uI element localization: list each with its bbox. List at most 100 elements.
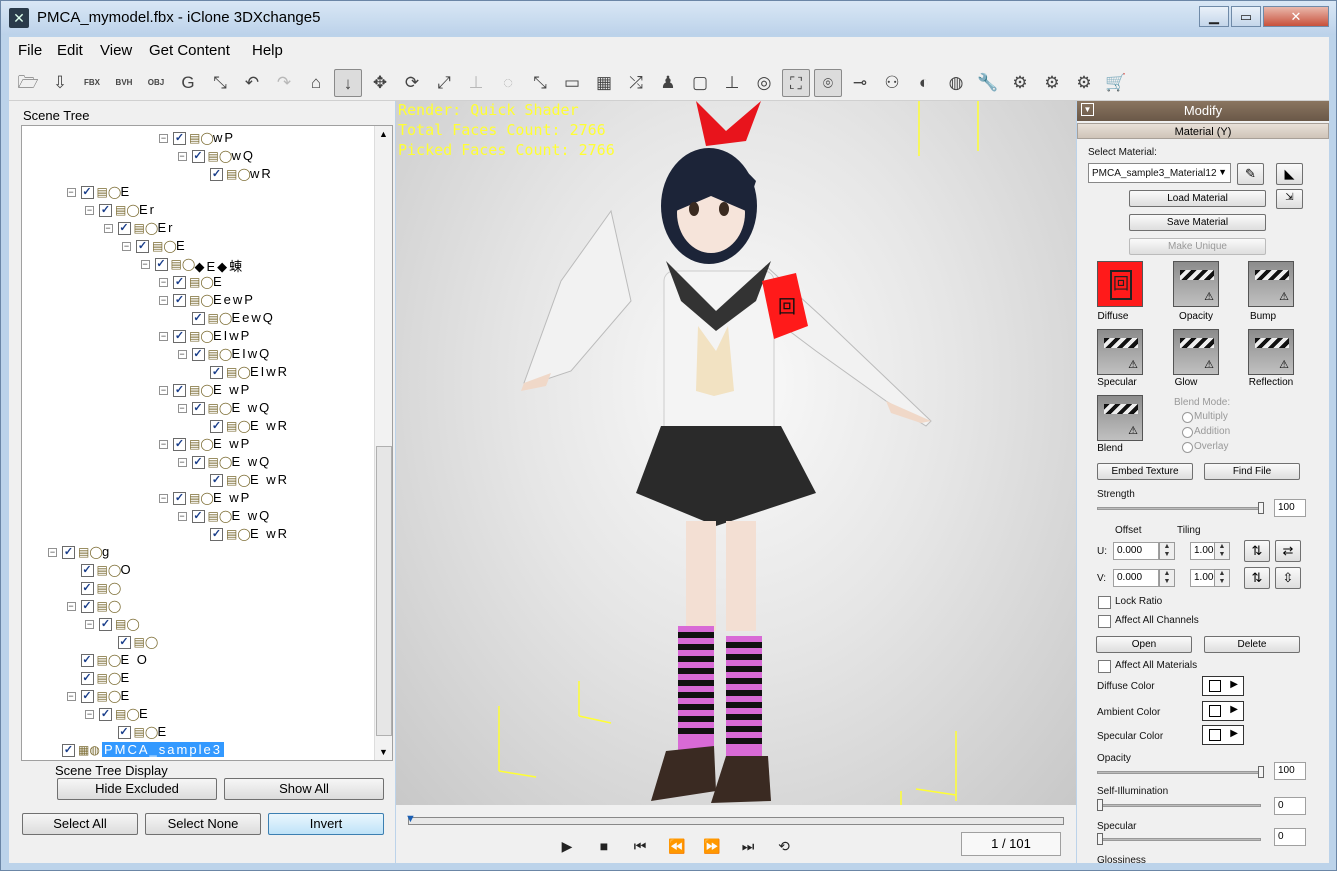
collapse-node-icon[interactable]: − bbox=[177, 458, 187, 467]
invert-button[interactable]: Invert bbox=[268, 813, 384, 835]
specular-slider[interactable] bbox=[1097, 838, 1261, 841]
node-visibility-checkbox[interactable]: ✓ bbox=[117, 636, 131, 649]
blend-addition-radio[interactable] bbox=[1182, 427, 1193, 438]
node-visibility-checkbox[interactable]: ✓ bbox=[191, 456, 205, 469]
v-tiling-spinner[interactable]: ▲ ▼ bbox=[1214, 569, 1230, 587]
fast-forward-icon[interactable]: ⏩ bbox=[701, 835, 723, 857]
wrench-icon[interactable]: 🔧 bbox=[974, 69, 1002, 97]
embed-texture-button[interactable]: Embed Texture bbox=[1097, 463, 1193, 480]
u-offset-field[interactable]: 0.000 bbox=[1113, 542, 1159, 560]
cube-convert-icon[interactable]: ⚙ bbox=[1070, 69, 1098, 97]
blend-channel[interactable]: ⚠ bbox=[1097, 395, 1143, 441]
menu-help[interactable]: Help bbox=[252, 42, 283, 59]
collapse-node-icon[interactable]: − bbox=[66, 602, 76, 611]
save-to-library-icon[interactable]: ⇲ bbox=[1276, 189, 1303, 209]
u-offset-spinner[interactable]: ▲ ▼ bbox=[1159, 542, 1175, 560]
mirror-u-icon[interactable]: ⇄ bbox=[1275, 540, 1301, 562]
bone-color-icon[interactable]: ◐ bbox=[910, 69, 938, 97]
tree-node[interactable]: − ✓ ▤◯ EIwP bbox=[22, 328, 372, 346]
self-illumination-value[interactable]: 0 bbox=[1274, 797, 1306, 815]
load-material-button[interactable]: Load Material bbox=[1129, 190, 1266, 207]
node-visibility-checkbox[interactable]: ✓ bbox=[154, 258, 168, 271]
affect-all-channels-checkbox[interactable] bbox=[1098, 615, 1111, 628]
opacity-slider-thumb[interactable] bbox=[1258, 766, 1264, 778]
blend-multiply-radio[interactable] bbox=[1182, 412, 1193, 423]
align-icon[interactable]: ⊥ bbox=[462, 69, 490, 97]
node-visibility-checkbox[interactable]: ✓ bbox=[80, 186, 94, 199]
tree-node[interactable]: − ✓ ▤◯ wP bbox=[22, 130, 372, 148]
node-visibility-checkbox[interactable]: ✓ bbox=[191, 150, 205, 163]
axis-icon[interactable]: ⤮ bbox=[622, 69, 650, 97]
collapse-node-icon[interactable]: − bbox=[122, 242, 131, 251]
frame-icon[interactable]: ⤡ bbox=[526, 69, 554, 97]
collapse-node-icon[interactable]: − bbox=[85, 620, 94, 629]
specular-value[interactable]: 0 bbox=[1274, 828, 1306, 846]
first-frame-icon[interactable]: ⏮ bbox=[629, 835, 651, 857]
scale-icon[interactable]: ⤢ bbox=[430, 69, 458, 97]
collapse-node-icon[interactable]: − bbox=[177, 404, 187, 413]
globe-icon[interactable]: ◍ bbox=[942, 69, 970, 97]
tree-node[interactable]: ✓ ▤◯ E wR bbox=[22, 526, 372, 544]
tree-node[interactable]: − ✓ ▤◯ g bbox=[22, 544, 372, 562]
node-visibility-checkbox[interactable]: ✓ bbox=[191, 348, 205, 361]
node-visibility-checkbox[interactable]: ✓ bbox=[117, 222, 131, 235]
tree-node[interactable]: − ✓ ▤◯ E bbox=[22, 706, 372, 724]
home-icon[interactable]: ⌂ bbox=[302, 69, 330, 97]
tree-node[interactable]: − ✓ ▤◯ E wP bbox=[22, 382, 372, 400]
self-illumination-slider-thumb[interactable] bbox=[1097, 799, 1103, 811]
stop-icon[interactable]: ■ bbox=[593, 835, 615, 857]
collapse-node-icon[interactable]: − bbox=[177, 350, 187, 359]
select-icon[interactable]: ↓ bbox=[334, 69, 362, 97]
node-visibility-checkbox[interactable]: ✓ bbox=[173, 492, 186, 505]
node-visibility-checkbox[interactable]: ✓ bbox=[62, 546, 75, 559]
strength-slider-thumb[interactable] bbox=[1258, 502, 1264, 514]
node-visibility-checkbox[interactable]: ✓ bbox=[191, 402, 205, 415]
collapse-node-icon[interactable]: − bbox=[159, 440, 168, 449]
tree-node[interactable]: ✓ ▤◯ O bbox=[22, 562, 372, 580]
convert-icon[interactable]: ⤡ bbox=[206, 69, 234, 97]
collapse-node-icon[interactable]: − bbox=[159, 278, 168, 287]
material-dropdown[interactable]: PMCA_sample3_Material12 ▼ bbox=[1088, 163, 1231, 183]
g-icon[interactable]: G bbox=[174, 69, 202, 97]
tree-node[interactable]: ✓ ▤◯ E bbox=[22, 670, 372, 688]
last-frame-icon[interactable]: ⏭ bbox=[737, 835, 759, 857]
collapse-node-icon[interactable]: − bbox=[159, 332, 168, 341]
node-visibility-checkbox[interactable]: ✓ bbox=[99, 708, 112, 721]
playhead-icon[interactable]: ▼ bbox=[405, 813, 416, 825]
tree-node[interactable]: ✓ ▤◯ E wR bbox=[22, 418, 372, 436]
ambient-color-picker[interactable]: ▶ bbox=[1202, 701, 1244, 721]
collapse-icon[interactable]: ▼ bbox=[1081, 103, 1094, 116]
strength-value[interactable]: 100 bbox=[1274, 499, 1306, 517]
v-offset-field[interactable]: 0.000 bbox=[1113, 569, 1159, 587]
node-visibility-checkbox[interactable]: ✓ bbox=[210, 528, 223, 541]
collapse-node-icon[interactable]: − bbox=[48, 548, 57, 557]
tree-node[interactable]: − ✓ ▤◯ E bbox=[22, 274, 372, 292]
tree-node[interactable]: ✓ ▤◯ bbox=[22, 580, 372, 598]
node-visibility-checkbox[interactable]: ✓ bbox=[210, 168, 223, 181]
3d-viewport[interactable]: Render: Quick Shader Total Faces Count: … bbox=[396, 101, 1076, 805]
scroll-up-icon[interactable]: ▲ bbox=[379, 129, 388, 139]
tree-node[interactable]: − ✓ ▤◯ Er bbox=[22, 220, 372, 238]
node-visibility-checkbox[interactable]: ✓ bbox=[191, 510, 205, 523]
tree-node[interactable]: ✓ ▤◯ bbox=[22, 634, 372, 652]
strength-slider[interactable] bbox=[1097, 507, 1261, 510]
bone-icon[interactable]: ⚇ bbox=[878, 69, 906, 97]
node-visibility-checkbox[interactable]: ✓ bbox=[99, 204, 112, 217]
menu-file[interactable]: File bbox=[18, 42, 42, 59]
show-all-button[interactable]: Show All bbox=[224, 778, 384, 800]
specular-channel[interactable]: ⚠ bbox=[1097, 329, 1143, 375]
glow-channel[interactable]: ⚠ bbox=[1173, 329, 1219, 375]
node-visibility-checkbox[interactable]: ✓ bbox=[80, 654, 94, 667]
character-icon[interactable]: ♟ bbox=[654, 69, 682, 97]
collapse-node-icon[interactable]: − bbox=[159, 494, 168, 503]
tree-node[interactable]: − ✓ ▤◯ bbox=[22, 616, 372, 634]
node-visibility-checkbox[interactable]: ✓ bbox=[173, 276, 186, 289]
lock-ratio-checkbox[interactable] bbox=[1098, 596, 1111, 609]
sphere-icon[interactable]: ◎ bbox=[750, 69, 778, 97]
node-visibility-checkbox[interactable]: ✓ bbox=[173, 132, 186, 145]
node-visibility-checkbox[interactable]: ✓ bbox=[191, 312, 205, 325]
affect-all-materials-checkbox[interactable] bbox=[1098, 660, 1111, 673]
tree-node[interactable]: ✓ ▤◯ E bbox=[22, 724, 372, 742]
node-visibility-checkbox[interactable]: ✓ bbox=[173, 438, 186, 451]
collapse-node-icon[interactable]: − bbox=[66, 188, 76, 197]
